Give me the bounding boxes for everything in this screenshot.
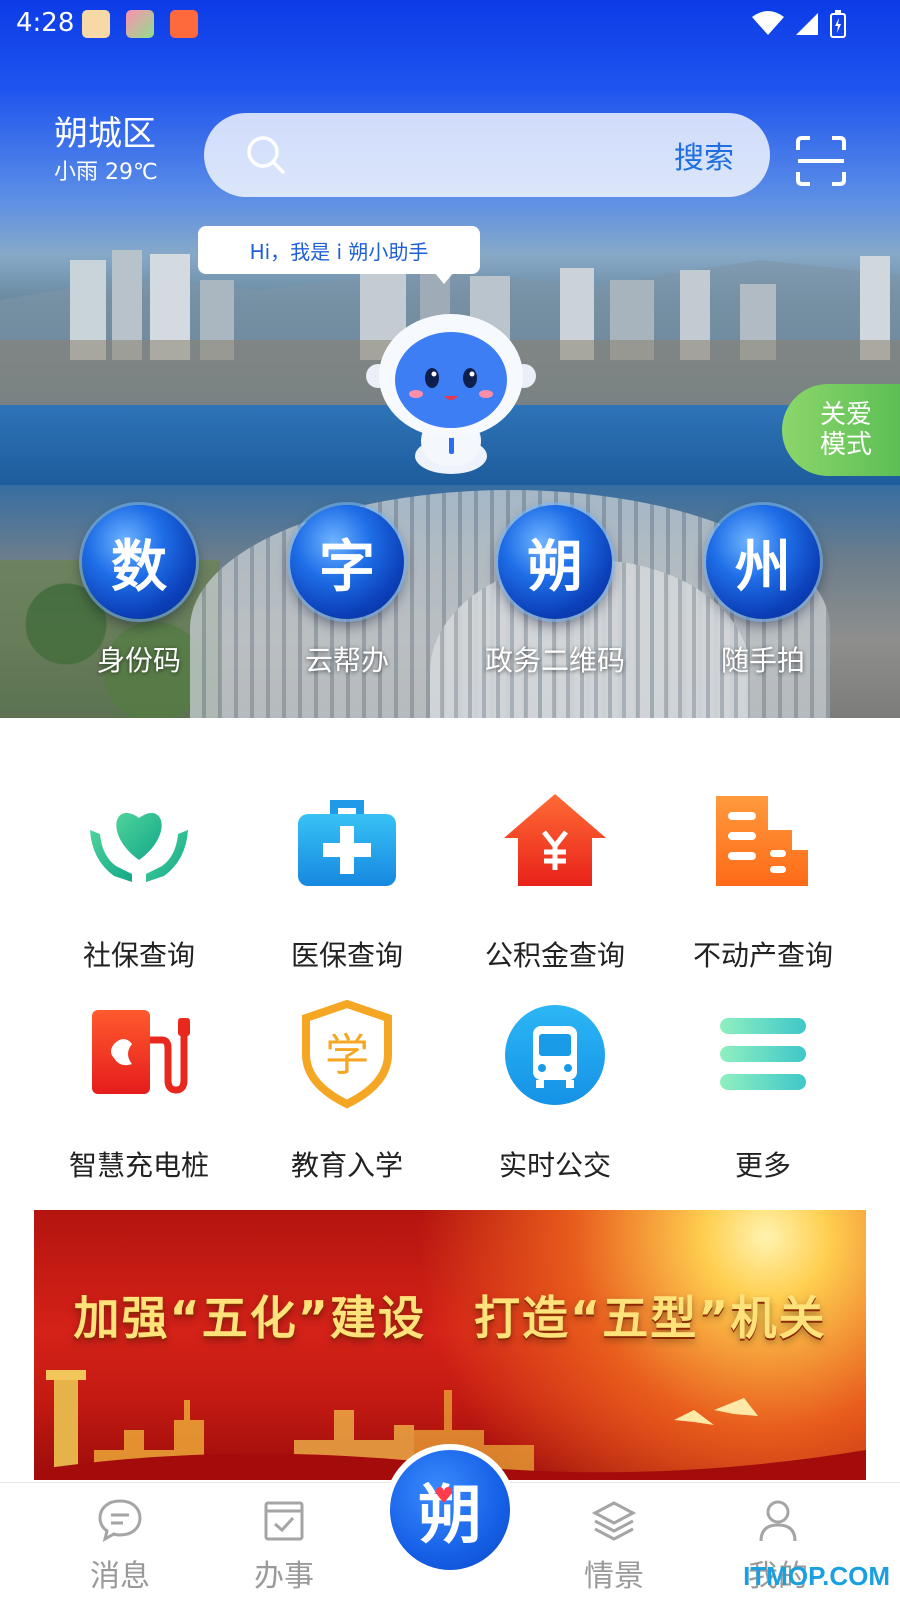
care-mode-label-2: 模式 [819, 430, 872, 460]
quick-action-label: 云帮办 [304, 644, 389, 677]
orb-icon: 数 [82, 505, 196, 619]
quick-action-label: 身份码 [96, 644, 181, 677]
heart-icon: ♥ [434, 1484, 454, 1509]
center-home-button[interactable]: ♥ 朔 [384, 1444, 516, 1576]
search-icon [247, 136, 285, 174]
bus-icon [505, 1005, 605, 1105]
layers-icon [591, 1501, 637, 1541]
service-housing-fund[interactable]: 公积金查询 [450, 790, 660, 974]
heart-hands-icon [90, 813, 188, 882]
care-mode-label-1: 关爱 [819, 400, 872, 430]
service-label: 医保查询 [290, 939, 403, 972]
service-social-security[interactable]: 社保查询 [34, 790, 244, 974]
profile-icon [759, 1500, 797, 1542]
nav-label: 办事 [254, 1559, 314, 1594]
service-label: 教育入学 [290, 1149, 403, 1182]
status-indicators [752, 10, 846, 38]
orb-icon: 州 [706, 505, 820, 619]
charging-pile-icon [92, 1010, 190, 1094]
quick-action-cloud-help[interactable]: 字 云帮办 [252, 505, 442, 685]
care-mode-button[interactable]: 关爱 模式 [782, 384, 900, 476]
nav-label: 消息 [90, 1559, 150, 1594]
service-label: 社保查询 [82, 939, 195, 972]
search-button[interactable]: 搜索 [674, 133, 734, 177]
message-icon [98, 1499, 142, 1542]
service-label: 公积金查询 [484, 939, 625, 972]
quick-action-label: 政务二维码 [484, 644, 625, 677]
quick-action-snapshot[interactable]: 州 随手拍 [668, 505, 858, 685]
quick-action-id-code[interactable]: 数 身份码 [44, 505, 234, 685]
district-name: 朔城区 [54, 114, 156, 154]
wifi-icon [752, 11, 784, 35]
book-app-notification-icon [170, 10, 198, 38]
quick-action-gov-qrcode[interactable]: 朔 政务二维码 [460, 505, 650, 685]
quick-action-label: 随手拍 [720, 644, 805, 677]
search-input[interactable] [300, 133, 660, 177]
medical-kit-icon [298, 800, 396, 886]
weather-text: 小雨 29℃ [54, 160, 158, 185]
education-shield-glyph: 学 [325, 1030, 369, 1081]
watermark: ITMOP.COM [743, 1561, 890, 1591]
banner-slogan: 加强“五化”建设 打造“五型”机关 [73, 1291, 827, 1345]
house-yuan-icon [504, 794, 606, 886]
signal-icon [796, 13, 818, 35]
status-time: 4:28 [16, 8, 75, 38]
service-label: 智慧充电桩 [68, 1149, 209, 1182]
center-home-glyph: 朔 [418, 1479, 482, 1553]
task-icon [264, 1501, 304, 1541]
location-weather[interactable]: 朔城区 小雨 29℃ [54, 112, 158, 188]
service-label: 更多 [734, 1149, 791, 1182]
cat-app-notification-icon [82, 10, 110, 38]
education-shield-icon: 学 [302, 999, 392, 1109]
status-bar: 4:28 [0, 0, 900, 48]
service-smart-charging[interactable]: 智慧充电桩 [34, 1000, 244, 1184]
search-bar[interactable]: 搜索 [204, 113, 770, 197]
orb-icon: 朔 [498, 505, 612, 619]
nav-scenes[interactable]: 情景 [554, 1497, 674, 1595]
battery-icon [830, 10, 846, 38]
scan-icon[interactable] [796, 136, 846, 186]
service-more[interactable]: 更多 [658, 1000, 868, 1184]
nav-messages[interactable]: 消息 [60, 1497, 180, 1595]
orb-icon: 字 [290, 505, 404, 619]
photo-app-notification-icon [126, 10, 154, 38]
service-label: 不动产查询 [692, 939, 833, 972]
service-realtime-bus[interactable]: 实时公交 [450, 1000, 660, 1184]
promo-banner[interactable]: 加强“五化”建设 打造“五型”机关 [34, 1210, 866, 1480]
more-icon [720, 1018, 806, 1090]
nav-label: 情景 [584, 1559, 644, 1594]
service-education[interactable]: 学 教育入学 [242, 999, 452, 1184]
nav-services[interactable]: 办事 [224, 1497, 344, 1595]
assistant-greeting-bubble[interactable]: Hi，我是 i 朔小助手 [198, 226, 480, 284]
service-medical-insurance[interactable]: 医保查询 [242, 790, 452, 974]
service-label: 实时公交 [498, 1149, 611, 1182]
service-real-estate[interactable]: 不动产查询 [658, 790, 868, 974]
building-icon [716, 796, 808, 886]
assistant-robot-icon[interactable] [366, 306, 536, 476]
